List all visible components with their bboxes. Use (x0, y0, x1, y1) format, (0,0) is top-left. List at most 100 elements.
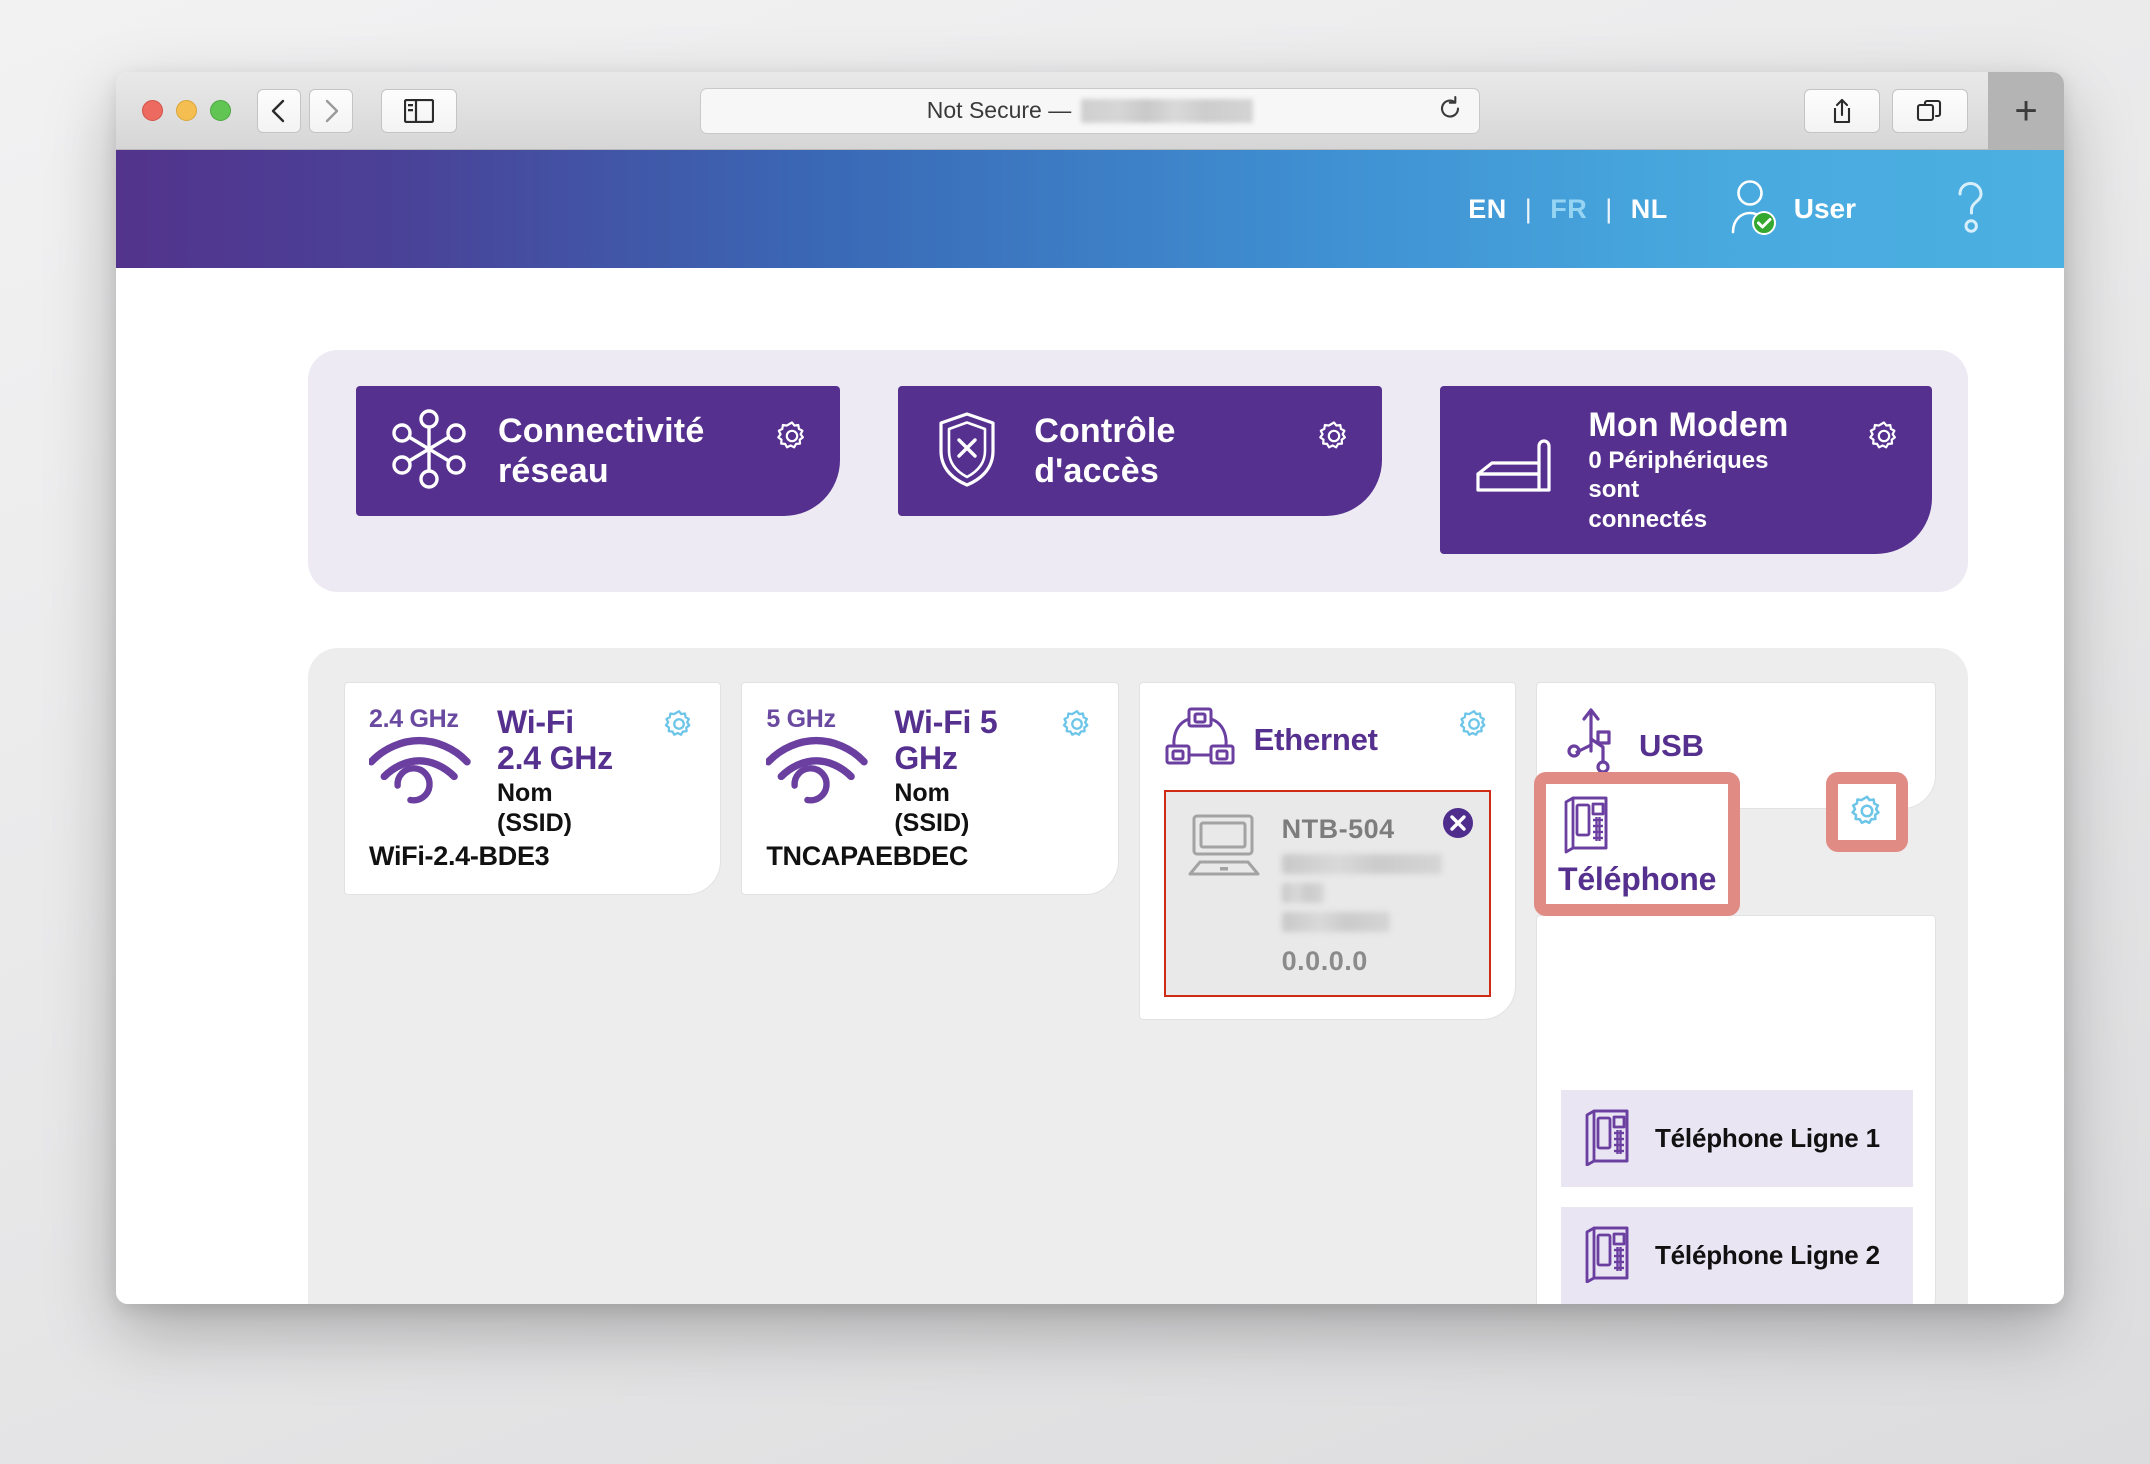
phone-line-label: Téléphone Ligne 1 (1654, 1123, 1880, 1153)
card-title-block: Connectivité réseau (498, 411, 732, 491)
list-item-phone-line[interactable]: Téléphone Ligne 1 (1560, 1090, 1913, 1187)
language-separator: | (1605, 193, 1613, 224)
user-name-label: User (1793, 193, 1856, 224)
user-verified-icon (1726, 177, 1778, 242)
web-page: EN | FR | NL User Connectivité réseau Co… (116, 150, 2064, 1304)
telephone-title-block[interactable]: Téléphone (1545, 784, 1729, 904)
question-mark-icon (1948, 181, 1992, 242)
wifi-title-line1: Wi-Fi 5 (894, 704, 998, 740)
laptop-icon (1182, 810, 1266, 977)
card-connectivite-reseau[interactable]: Connectivité réseau (356, 386, 841, 516)
shield-x-icon (928, 406, 1008, 497)
gear-icon[interactable] (1864, 416, 1904, 461)
network-hub-icon (386, 406, 472, 497)
wifi-band-badge: 5 GHz (766, 705, 836, 733)
user-account-button[interactable]: User (1726, 177, 1856, 242)
device-redacted-line (1281, 854, 1442, 874)
wifi-card-head: 5 GHz Wi-Fi 5 GHz Nom (SSID) (765, 704, 1093, 837)
gear-icon[interactable] (660, 705, 698, 748)
browser-titlebar: Not Secure — + (116, 72, 2064, 150)
wifi-icon-block: 5 GHz (765, 705, 886, 823)
card-title-line1: Connectivité (498, 411, 705, 450)
interfaces-panel: 2.4 GHz Wi-Fi 2.4 GHz Nom (SSID) WiFi-2.… (308, 648, 1968, 1304)
close-circle-icon[interactable] (1441, 806, 1475, 845)
phone-line-label: Téléphone Ligne 2 (1654, 1240, 1880, 1270)
wifi-icon (367, 736, 479, 822)
card-mon-modem[interactable]: Mon Modem 0 Périphériques sont connectés (1440, 386, 1932, 554)
card-controle-acces[interactable]: Contrôle d'accès (898, 386, 1383, 516)
list-item-phone-line[interactable]: Téléphone Ligne 2 (1560, 1207, 1913, 1304)
close-window-button[interactable] (142, 100, 163, 121)
language-option-nl[interactable]: NL (1631, 194, 1668, 225)
device-redacted-line (1281, 883, 1324, 903)
language-option-fr[interactable]: FR (1550, 194, 1587, 225)
usb-phone-column: USB Téléphone Ligne 1 Téléphone Ligne 2 … (1533, 682, 1936, 1304)
desk-phone-icon (1558, 792, 1716, 859)
wifi-band-badge: 2.4 GHz (369, 705, 459, 733)
url-redacted-text (1081, 98, 1254, 123)
telephone-gear-wrapper[interactable] (1837, 784, 1896, 840)
back-button[interactable] (257, 88, 301, 133)
gear-icon[interactable] (1455, 705, 1493, 748)
card-wifi-5ghz[interactable]: 5 GHz Wi-Fi 5 GHz Nom (SSID) TNCAPAEBDEC (741, 682, 1119, 895)
card-subtitle-line2: connectés (1588, 506, 1708, 534)
desk-phone-icon (1579, 1106, 1633, 1171)
card-title-line1: Contrôle d'accès (1034, 411, 1176, 490)
ssid-label-line1: Nom (497, 778, 553, 807)
navigation-buttons (257, 88, 457, 133)
sidebar-toggle-button[interactable] (381, 88, 457, 133)
app-header-bar: EN | FR | NL User (116, 150, 2064, 268)
ssid-label-line2: (SSID) (894, 808, 970, 837)
ethernet-device-card[interactable]: NTB-504 0.0.0.0 (1163, 790, 1491, 997)
address-bar[interactable]: Not Secure — (700, 87, 1480, 134)
card-subtitle-line1: 0 Périphériques sont (1588, 446, 1769, 503)
help-button[interactable] (1948, 176, 1992, 243)
wifi-icon-block: 2.4 GHz (367, 705, 489, 823)
language-option-en[interactable]: EN (1468, 194, 1507, 225)
telephone-gear-highlight (1825, 772, 1908, 852)
network-topology-icon (1164, 705, 1236, 774)
gear-icon[interactable] (1058, 705, 1096, 748)
card-title-line1: Mon Modem (1588, 405, 1789, 444)
reload-button[interactable] (1437, 95, 1463, 126)
card-title-line2: réseau (498, 452, 609, 490)
modem-icon (1470, 432, 1562, 509)
wifi-title-line1: Wi-Fi (497, 704, 574, 740)
browser-window: Not Secure — + EN | FR | NL User Connect… (116, 72, 2064, 1304)
card-wifi-24ghz[interactable]: 2.4 GHz Wi-Fi 2.4 GHz Nom (SSID) WiFi-2.… (344, 682, 722, 895)
wifi-icon (765, 736, 876, 822)
telephone-title: Téléphone (1557, 861, 1717, 897)
gear-icon[interactable] (1314, 416, 1354, 461)
ssid-label-line2: (SSID) (497, 808, 572, 837)
security-status-label: Not Secure — (926, 97, 1072, 123)
wifi-title-line2: GHz (894, 739, 958, 776)
card-ethernet[interactable]: Ethernet NTB-504 0.0.0.0 (1138, 682, 1516, 1020)
new-tab-button[interactable]: + (1988, 72, 2064, 150)
ssid-label-line1: Nom (894, 778, 950, 807)
desk-phone-icon (1579, 1223, 1633, 1288)
gear-icon[interactable] (772, 416, 812, 461)
share-button[interactable] (1804, 88, 1880, 133)
card-title-block: Mon Modem 0 Périphériques sont connectés (1588, 405, 1824, 536)
wifi-title-line2: 2.4 GHz (497, 739, 613, 776)
telephone-title-highlight: Téléphone (1533, 772, 1741, 916)
wifi-text-block: Wi-Fi 2.4 GHz Nom (SSID) (497, 704, 613, 837)
quick-access-panel: Connectivité réseau Contrôle d'accès Mon… (308, 350, 1968, 592)
wifi-text-block: Wi-Fi 5 GHz Nom (SSID) (894, 704, 998, 837)
wifi-card-head: 2.4 GHz Wi-Fi 2.4 GHz Nom (SSID) (367, 704, 696, 837)
device-name: NTB-504 (1281, 814, 1395, 844)
gear-icon[interactable] (1846, 795, 1888, 836)
card-title-block: Contrôle d'accès (1034, 411, 1274, 491)
language-selector: EN | FR | NL (1468, 194, 1668, 225)
card-telephone[interactable]: Téléphone Ligne 1 Téléphone Ligne 2 (1535, 915, 1936, 1304)
browser-right-buttons (1804, 88, 1968, 133)
language-separator: | (1524, 193, 1533, 224)
device-ip-address: 0.0.0.0 (1281, 946, 1368, 976)
device-info: NTB-504 0.0.0.0 (1281, 810, 1442, 977)
minimize-window-button[interactable] (176, 100, 197, 121)
ethernet-title: Ethernet (1253, 721, 1378, 757)
tab-overview-button[interactable] (1892, 88, 1968, 133)
usb-title: USB (1638, 727, 1704, 763)
maximize-window-button[interactable] (210, 100, 231, 121)
forward-button[interactable] (309, 88, 353, 133)
